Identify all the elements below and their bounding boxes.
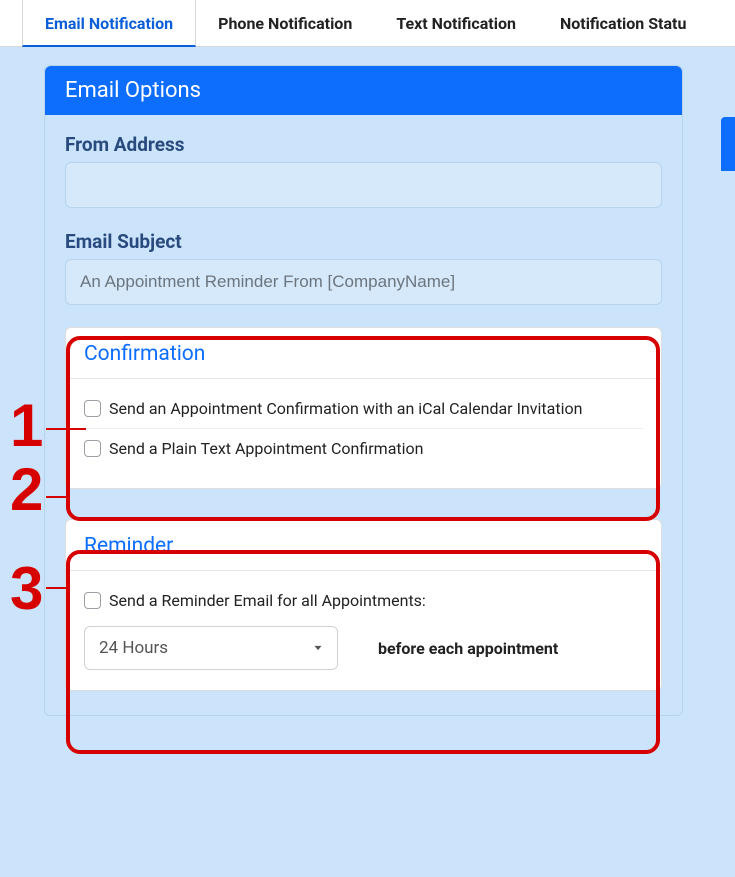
annotation-number-2: 2: [10, 460, 43, 520]
reminder-card: Reminder Send a Reminder Email for all A…: [65, 519, 662, 691]
adjacent-panel-sliver: [721, 117, 735, 171]
tab-text-notification[interactable]: Text Notification: [374, 0, 538, 46]
reminder-title: Reminder: [66, 520, 661, 571]
email-subject-input[interactable]: [65, 259, 662, 305]
panel-title: Email Options: [45, 66, 682, 115]
confirmation-plain-label: Send a Plain Text Appointment Confirmati…: [109, 439, 423, 458]
from-address-input[interactable]: [65, 162, 662, 208]
email-subject-label: Email Subject: [65, 230, 662, 253]
confirmation-title: Confirmation: [66, 328, 661, 379]
annotation-line-2: [46, 496, 66, 498]
reminder-caption: before each appointment: [378, 639, 558, 658]
email-options-panel: Email Options From Address Email Subject…: [44, 65, 683, 716]
tab-email-notification[interactable]: Email Notification: [22, 0, 196, 47]
reminder-lead-time-value: 24 Hours: [99, 638, 168, 658]
confirmation-plain-checkbox[interactable]: [84, 440, 101, 457]
confirmation-ical-label: Send an Appointment Confirmation with an…: [109, 399, 582, 418]
chevron-down-icon: [311, 641, 325, 655]
tabs-bar: Email Notification Phone Notification Te…: [0, 0, 735, 47]
annotation-line-3: [46, 587, 66, 589]
reminder-all-checkbox[interactable]: [84, 592, 101, 609]
reminder-lead-time-select[interactable]: 24 Hours: [84, 626, 338, 670]
content-area: Email Options From Address Email Subject…: [0, 47, 735, 877]
confirmation-ical-checkbox[interactable]: [84, 400, 101, 417]
tab-notification-status[interactable]: Notification Statu: [538, 0, 686, 46]
tab-phone-notification[interactable]: Phone Notification: [196, 0, 374, 46]
annotation-number-3: 3: [10, 559, 43, 619]
reminder-all-label: Send a Reminder Email for all Appointmen…: [109, 591, 426, 610]
annotation-number-1: 1: [10, 396, 43, 456]
from-address-label: From Address: [65, 133, 662, 156]
confirmation-card: Confirmation Send an Appointment Confirm…: [65, 327, 662, 489]
annotation-line-1: [46, 428, 86, 430]
